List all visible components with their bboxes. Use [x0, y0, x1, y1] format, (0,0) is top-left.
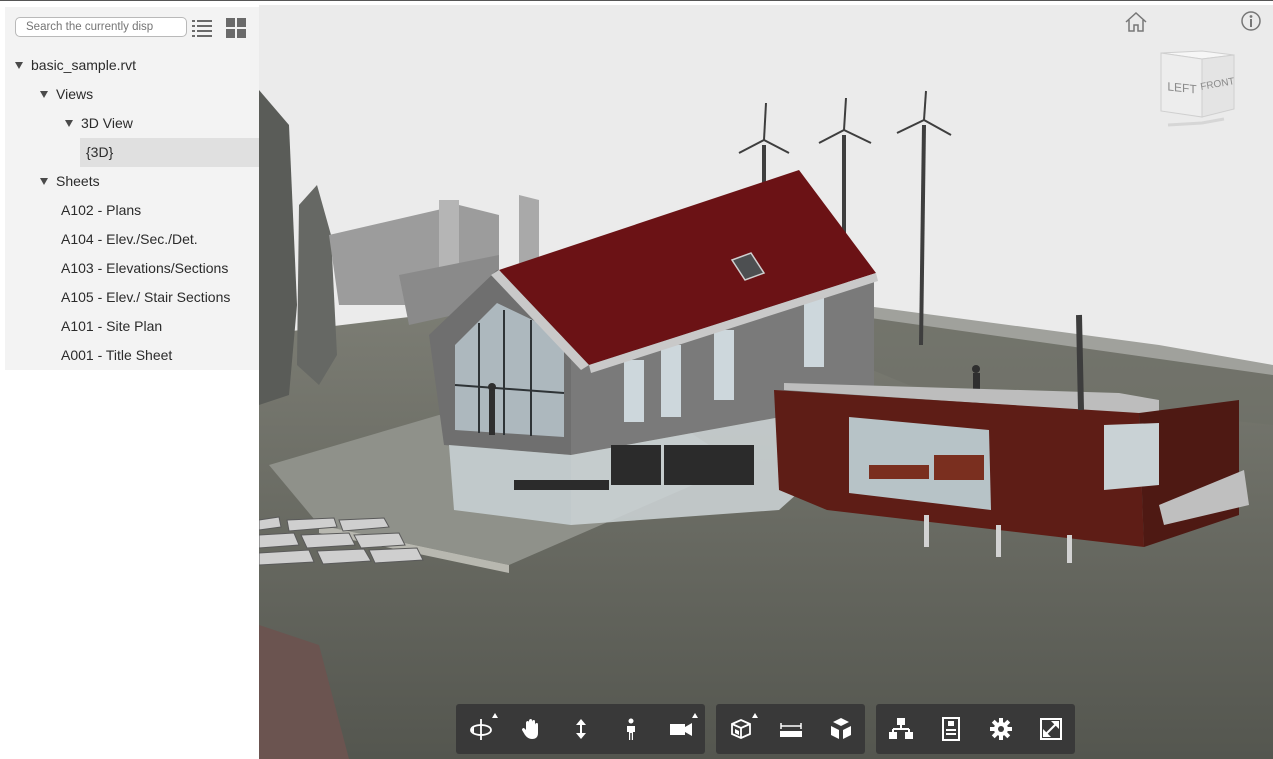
- explode-model-button[interactable]: [816, 704, 866, 754]
- camera-button[interactable]: [656, 704, 706, 754]
- fullscreen-button[interactable]: [1026, 704, 1076, 754]
- tree-node-label: 3D View: [81, 115, 133, 131]
- info-button[interactable]: [1240, 10, 1262, 32]
- orbit-icon: [470, 719, 492, 740]
- explode-model-icon: [831, 718, 851, 739]
- tree-node-label: A104 - Elev./Sec./Det.: [61, 231, 198, 247]
- pan-icon: [522, 719, 538, 739]
- model-tree: basic_sample.rvt Views 3D View {3D} Shee…: [5, 51, 259, 370]
- measure-button[interactable]: [766, 704, 816, 754]
- tree-node-sheet[interactable]: A101 - Site Plan: [5, 312, 259, 341]
- home-icon: [1125, 11, 1147, 32]
- expand-triangle-icon[interactable]: [40, 178, 48, 185]
- zoom-icon: [576, 719, 586, 739]
- submenu-caret-icon: [492, 713, 498, 718]
- expand-triangle-icon[interactable]: [15, 62, 23, 69]
- tree-node-label: Views: [56, 86, 94, 102]
- camera-icon: [670, 723, 692, 736]
- fullscreen-icon: [1040, 718, 1062, 740]
- info-icon: [1241, 11, 1261, 31]
- viewcube[interactable]: LEFT FRONT: [1154, 45, 1244, 131]
- background-wall: [519, 195, 539, 265]
- tree-node-label: Sheets: [56, 173, 100, 189]
- top-divider: [0, 0, 1273, 1]
- list-view-button[interactable]: [191, 17, 213, 39]
- tree-node-views[interactable]: Views: [5, 80, 259, 109]
- search-input[interactable]: [15, 17, 187, 37]
- tree-node-label: A105 - Elev./ Stair Sections: [61, 289, 231, 305]
- first-person-icon: [627, 718, 635, 740]
- pan-button[interactable]: [506, 704, 556, 754]
- grid-icon: [226, 18, 246, 38]
- section-analysis-button[interactable]: [716, 704, 766, 754]
- properties-icon: [942, 717, 960, 741]
- tree-node-sheet[interactable]: A105 - Elev./ Stair Sections: [5, 283, 259, 312]
- tree-node-label: A102 - Plans: [61, 202, 142, 218]
- tree-node-sheet[interactable]: A104 - Elev./Sec./Det.: [5, 225, 259, 254]
- model-tools-toolbar: [716, 704, 865, 754]
- 3d-model-scene[interactable]: [259, 5, 1273, 759]
- expand-triangle-icon[interactable]: [40, 91, 48, 98]
- 3d-viewport[interactable]: LEFT FRONT: [259, 5, 1273, 759]
- measure-icon: [780, 723, 802, 737]
- tree-node-sheet[interactable]: A102 - Plans: [5, 196, 259, 225]
- chimney-pipe: [1076, 314, 1084, 411]
- section-analysis-icon: [731, 719, 751, 739]
- settings-button[interactable]: [976, 704, 1026, 754]
- model-browser-icon: [889, 718, 913, 739]
- tree-node-label: A103 - Elevations/Sections: [61, 260, 229, 276]
- properties-button[interactable]: [926, 704, 976, 754]
- tree-node-file[interactable]: basic_sample.rvt: [5, 51, 259, 80]
- submenu-caret-icon: [752, 713, 758, 718]
- tree-node-3d-item[interactable]: {3D}: [80, 138, 259, 167]
- submenu-caret-icon: [692, 713, 698, 718]
- tree-node-label: A001 - Title Sheet: [61, 347, 173, 363]
- settings-toolbar: [876, 704, 1075, 754]
- tree-node-sheet[interactable]: A001 - Title Sheet: [5, 341, 259, 370]
- tree-node-label: {3D}: [86, 144, 114, 160]
- viewcube-graphic: LEFT FRONT: [1160, 50, 1235, 127]
- model-browser-tree-area: basic_sample.rvt Views 3D View {3D} Shee…: [5, 7, 259, 370]
- navigation-toolbar: [456, 704, 705, 754]
- tree-node-sheet[interactable]: A103 - Elevations/Sections: [5, 254, 259, 283]
- grid-view-button[interactable]: [225, 17, 247, 39]
- orbit-button[interactable]: [456, 704, 506, 754]
- expand-triangle-icon[interactable]: [65, 120, 73, 127]
- first-person-button[interactable]: [606, 704, 656, 754]
- settings-icon: [990, 718, 1012, 740]
- tree-node-3d-view[interactable]: 3D View: [5, 109, 259, 138]
- list-icon: [192, 20, 212, 37]
- model-browser-button[interactable]: [876, 704, 926, 754]
- home-view-button[interactable]: [1124, 11, 1148, 33]
- model-browser-panel: basic_sample.rvt Views 3D View {3D} Shee…: [5, 7, 259, 759]
- tree-node-label: basic_sample.rvt: [31, 57, 137, 73]
- zoom-button[interactable]: [556, 704, 606, 754]
- annex-glazing: [1104, 423, 1159, 490]
- tree-node-sheets[interactable]: Sheets: [5, 167, 259, 196]
- tree-node-label: A101 - Site Plan: [61, 318, 163, 334]
